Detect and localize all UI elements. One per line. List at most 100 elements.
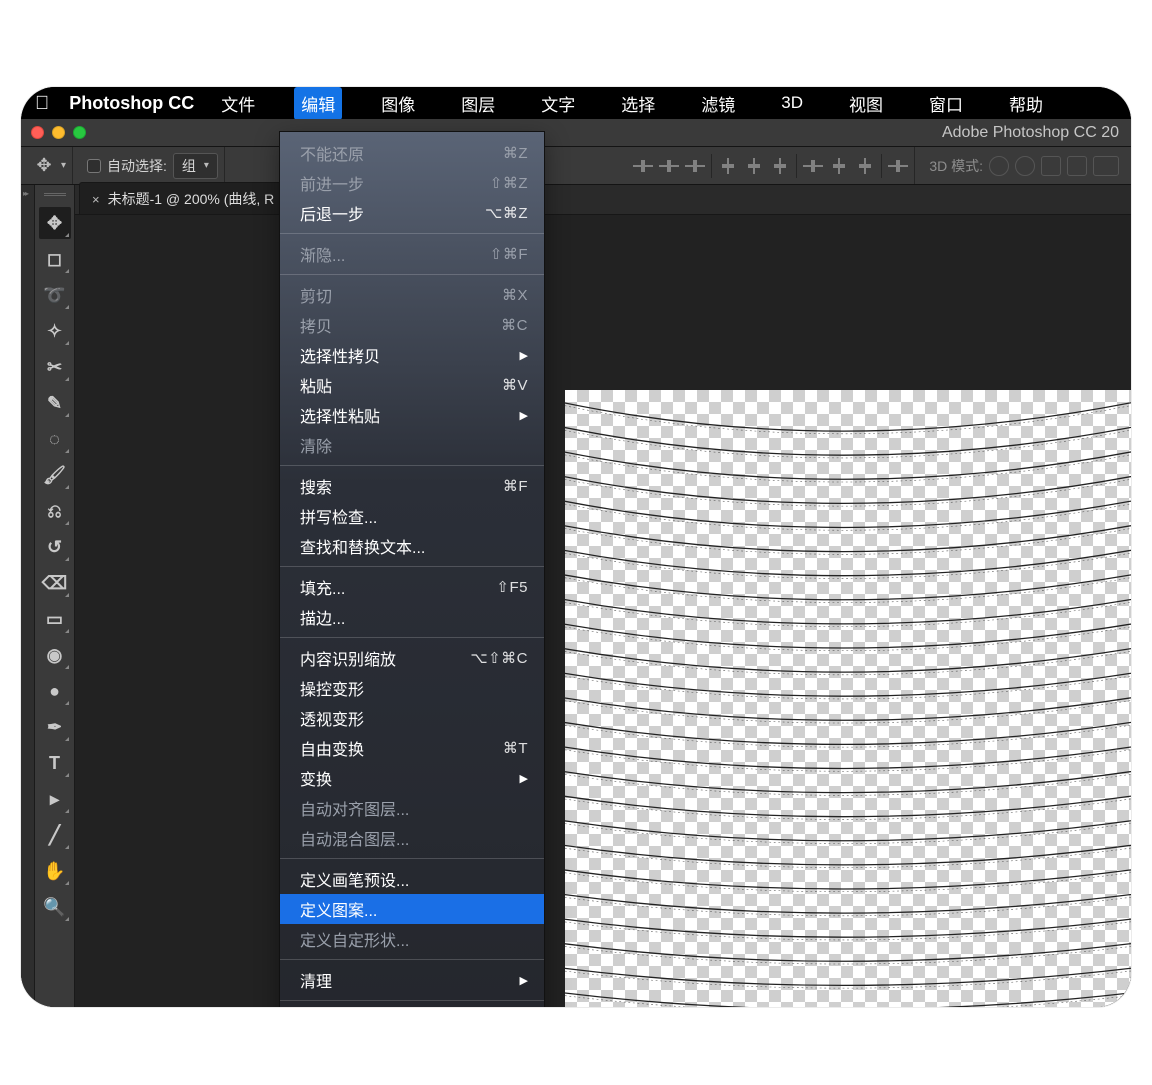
tool-eraser[interactable]: ⌫ xyxy=(39,567,71,599)
app-window: Adobe Photoshop CC 20 ▾ 自动选择: 组 xyxy=(21,119,1131,1007)
edit-menu-item[interactable]: 定义画笔预设... xyxy=(280,864,544,894)
options-bar: ▾ 自动选择: 组 xyxy=(21,147,1131,185)
menu-item-label: 自由变换 xyxy=(300,736,503,760)
edit-menu-item[interactable]: 操控变形 xyxy=(280,673,544,703)
tool-pen[interactable]: ✒ xyxy=(39,711,71,743)
menu-item-label: 剪切 xyxy=(300,283,502,307)
mac-menu-视图[interactable]: 视图 xyxy=(842,87,890,120)
canvas-artwork xyxy=(565,390,1131,1007)
menu-item-label: 前进一步 xyxy=(300,171,490,195)
tool-blur[interactable]: ◉ xyxy=(39,639,71,671)
tool-crop[interactable]: ✂ xyxy=(39,351,71,383)
tool-move[interactable]: ✥ xyxy=(39,207,71,239)
document-canvas[interactable] xyxy=(565,390,1131,1007)
align-hcenter-icon[interactable] xyxy=(659,158,679,174)
active-tool-icon[interactable] xyxy=(33,155,55,177)
edit-menu-item[interactable]: 清理▶ xyxy=(280,965,544,995)
distribute-v-icon[interactable] xyxy=(829,158,849,174)
three-d-dolly-icon[interactable] xyxy=(1041,156,1061,176)
mac-menu-图层[interactable]: 图层 xyxy=(454,87,502,120)
menu-item-label: 渐隐... xyxy=(300,242,490,266)
menu-separator xyxy=(280,274,544,275)
mac-menubar-appname[interactable]: Photoshop CC xyxy=(69,93,194,114)
window-close-button[interactable] xyxy=(31,126,44,139)
close-tab-icon[interactable]: × xyxy=(92,192,100,207)
menu-item-label: 描边... xyxy=(300,605,528,629)
auto-select-checkbox[interactable] xyxy=(87,159,101,173)
mac-menu-帮助[interactable]: 帮助 xyxy=(1002,87,1050,120)
tool-clone[interactable]: ⎌ xyxy=(39,495,71,527)
align-vcenter-icon[interactable] xyxy=(744,158,764,174)
align-bottom-icon[interactable] xyxy=(770,158,790,174)
tool-magic-wand[interactable]: ✧ xyxy=(39,315,71,347)
tool-marquee[interactable]: ◻︎ xyxy=(39,243,71,275)
three-d-orbit-icon[interactable] xyxy=(989,156,1009,176)
tool-hand[interactable]: ✋ xyxy=(39,855,71,887)
mac-menu-3D[interactable]: 3D xyxy=(774,89,810,117)
edit-menu-item[interactable]: 变换▶ xyxy=(280,763,544,793)
three-d-slide-icon[interactable] xyxy=(1067,156,1087,176)
tool-eyedropper[interactable]: ✎ xyxy=(39,387,71,419)
edit-menu-item[interactable]: 填充...⇧F5 xyxy=(280,572,544,602)
tool-gradient[interactable]: ▭ xyxy=(39,603,71,635)
edit-menu-item[interactable]: 后退一步⌥⌘Z xyxy=(280,198,544,228)
distribute-spacing-icon[interactable] xyxy=(855,158,875,174)
edit-menu-item[interactable]: 查找和替换文本... xyxy=(280,531,544,561)
menu-item-shortcut: ⌘T xyxy=(503,739,528,757)
document-tabstrip: × 未标题-1 @ 200% (曲线, R xyxy=(75,185,1131,215)
edit-menu-item[interactable]: 定义图案... xyxy=(280,894,544,924)
edit-menu-item[interactable]: Adobe PDF 预设... xyxy=(280,1006,544,1007)
three-d-pan-icon[interactable] xyxy=(1015,156,1035,176)
tool-brush[interactable]: 🖌 xyxy=(39,459,71,491)
menu-item-shortcut: ⌥⇧⌘C xyxy=(470,649,528,667)
edit-menu-item[interactable]: 搜索⌘F xyxy=(280,471,544,501)
align-top-icon[interactable] xyxy=(718,158,738,174)
edit-menu-item[interactable]: 描边... xyxy=(280,602,544,632)
tool-type[interactable]: T xyxy=(39,747,71,779)
mac-menu-选择[interactable]: 选择 xyxy=(614,87,662,120)
align-right-icon[interactable] xyxy=(685,158,705,174)
apple-icon[interactable]:  xyxy=(35,94,49,113)
edit-menu-item[interactable]: 自由变换⌘T xyxy=(280,733,544,763)
mac-menu-窗口[interactable]: 窗口 xyxy=(922,87,970,120)
menu-item-shortcut: ⇧F5 xyxy=(496,578,528,596)
menu-item-label: 查找和替换文本... xyxy=(300,534,528,558)
distribute-h-icon[interactable] xyxy=(803,158,823,174)
mac-menu-文件[interactable]: 文件 xyxy=(214,87,262,120)
tool-zoom[interactable]: 🔍 xyxy=(39,891,71,923)
menu-item-shortcut: ⌘C xyxy=(501,316,528,334)
edit-menu-item[interactable]: 内容识别缩放⌥⇧⌘C xyxy=(280,643,544,673)
tool-line[interactable]: ╱ xyxy=(39,819,71,851)
edit-menu-item[interactable]: 选择性粘贴▶ xyxy=(280,400,544,430)
tool-healing[interactable]: ◌ xyxy=(39,423,71,455)
window-maximize-button[interactable] xyxy=(73,126,86,139)
tool-history-brush[interactable]: ↺ xyxy=(39,531,71,563)
edit-menu-item[interactable]: 选择性拷贝▶ xyxy=(280,340,544,370)
tool-palette-gripper[interactable] xyxy=(44,191,66,199)
edit-menu-item[interactable]: 透视变形 xyxy=(280,703,544,733)
three-d-camera-icon[interactable] xyxy=(1093,156,1119,176)
mac-menu-图像[interactable]: 图像 xyxy=(374,87,422,120)
tool-dodge[interactable]: ● xyxy=(39,675,71,707)
dock-collapse-toggle[interactable] xyxy=(21,185,35,1007)
menu-item-shortcut: ⌘V xyxy=(502,376,528,394)
tool-lasso[interactable]: ➰ xyxy=(39,279,71,311)
edit-menu-item[interactable]: 拼写检查... xyxy=(280,501,544,531)
canvas-viewport[interactable] xyxy=(75,215,1131,1007)
mac-menu-文字[interactable]: 文字 xyxy=(534,87,582,120)
edit-menu-item[interactable]: 粘贴⌘V xyxy=(280,370,544,400)
align-more-icon[interactable] xyxy=(888,158,908,174)
menu-item-label: 定义画笔预设... xyxy=(300,867,528,891)
edit-menu-item: 不能还原⌘Z xyxy=(280,138,544,168)
mac-menu-编辑[interactable]: 编辑 xyxy=(294,87,342,120)
mac-menu-滤镜[interactable]: 滤镜 xyxy=(694,87,742,120)
menu-item-shortcut: ⌥⌘Z xyxy=(485,204,528,222)
tool-path-select[interactable]: ▸ xyxy=(39,783,71,815)
document-tab[interactable]: × 未标题-1 @ 200% (曲线, R xyxy=(79,182,287,214)
edit-menu-item: 剪切⌘X xyxy=(280,280,544,310)
align-left-icon[interactable] xyxy=(633,158,653,174)
auto-select-target-dropdown[interactable]: 组 xyxy=(173,153,218,179)
window-minimize-button[interactable] xyxy=(52,126,65,139)
tool-preset-dropdown-icon[interactable]: ▾ xyxy=(61,160,66,171)
edit-menu-dropdown: 不能还原⌘Z前进一步⇧⌘Z后退一步⌥⌘Z渐隐...⇧⌘F剪切⌘X拷贝⌘C选择性拷… xyxy=(279,131,545,1007)
